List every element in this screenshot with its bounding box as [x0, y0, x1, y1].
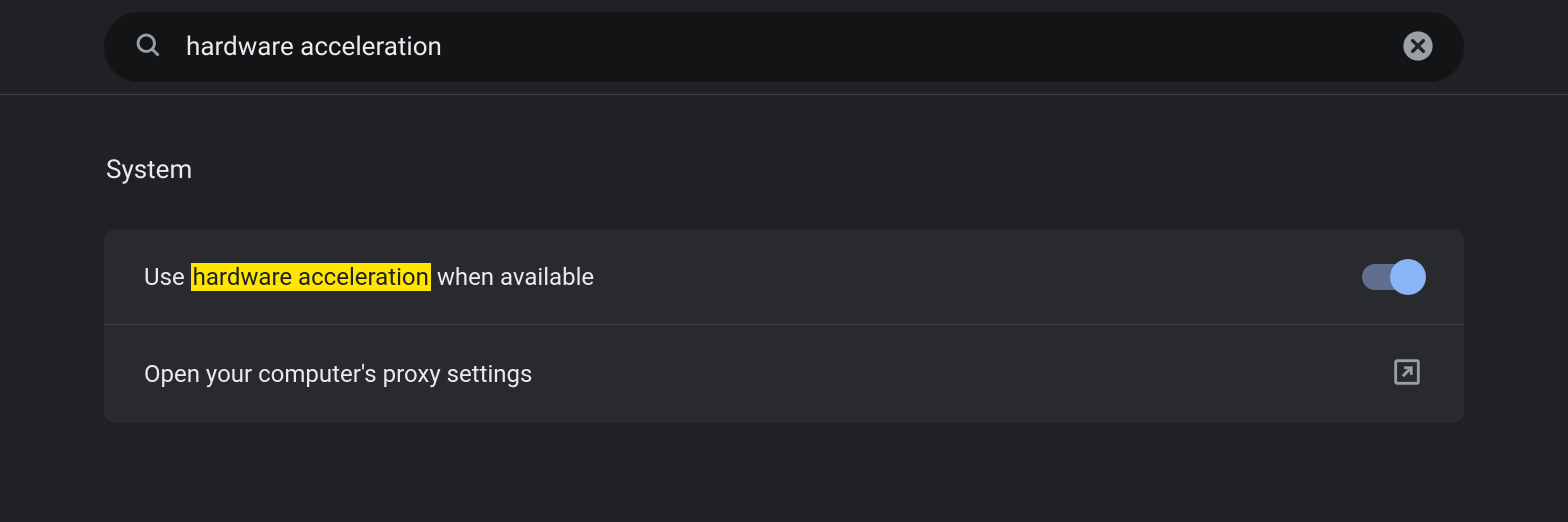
search-bar: [104, 12, 1464, 82]
proxy-settings-row[interactable]: Open your computer's proxy settings: [104, 325, 1464, 423]
search-highlight: hardware acceleration: [191, 263, 431, 291]
settings-content: System Use hardware acceleration when av…: [104, 95, 1464, 423]
search-input[interactable]: [186, 32, 1402, 62]
section-title: System: [104, 155, 1464, 185]
search-bar-container: [0, 0, 1568, 95]
external-link-icon: [1390, 355, 1424, 393]
search-icon: [134, 31, 162, 63]
settings-card: Use hardware acceleration when available…: [104, 229, 1464, 423]
close-icon: [1402, 30, 1434, 65]
hardware-acceleration-row: Use hardware acceleration when available: [104, 229, 1464, 325]
hardware-acceleration-label: Use hardware acceleration when available: [144, 263, 594, 291]
clear-search-button[interactable]: [1402, 30, 1434, 65]
hardware-acceleration-toggle[interactable]: [1362, 264, 1424, 290]
proxy-settings-label: Open your computer's proxy settings: [144, 360, 532, 388]
